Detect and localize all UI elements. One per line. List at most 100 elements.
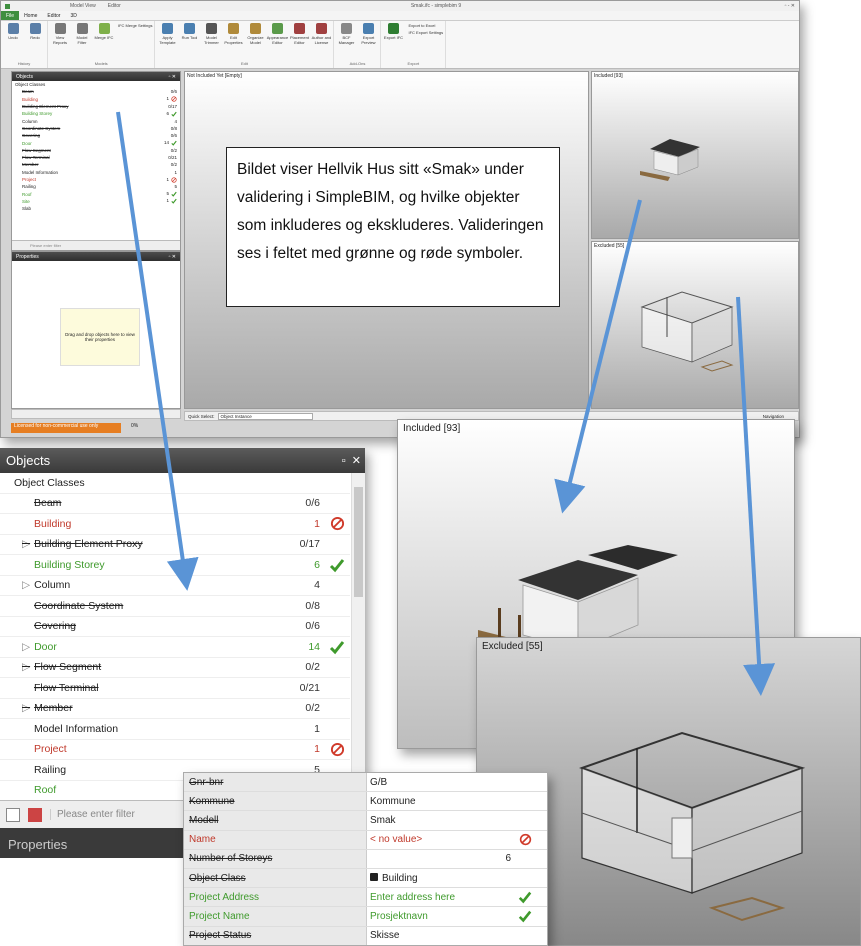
property-row[interactable]: Gnr-bnr G/B xyxy=(184,773,547,793)
property-row[interactable]: Name < no value> xyxy=(184,830,547,850)
excluded-viewport-small[interactable]: Excluded [55] xyxy=(591,241,799,409)
property-value[interactable]: Kommune xyxy=(367,796,515,807)
property-value[interactable]: Enter address here xyxy=(367,892,515,903)
menu-editor[interactable]: Editor xyxy=(42,13,65,19)
model-view-tab-top[interactable]: Model View xyxy=(70,3,96,9)
property-row[interactable]: Modell Smak xyxy=(184,811,547,831)
property-row[interactable]: Project Name Prosjektnavn xyxy=(184,907,547,927)
tree-row[interactable]: ▷ Column 4 xyxy=(0,576,350,596)
property-row[interactable]: Object Class Building xyxy=(184,868,547,889)
included-house-zoom xyxy=(478,545,678,650)
panel-controls-icon[interactable]: ▫ ✕ xyxy=(169,74,176,80)
property-row[interactable]: Project Address Enter address here xyxy=(184,888,547,908)
tree-root[interactable]: Object Classes xyxy=(12,81,180,88)
filter-input-small[interactable]: Please enter filter xyxy=(30,243,61,248)
tree-row[interactable]: ▷ Member 0/2 xyxy=(0,699,350,719)
scrollbar-thumb[interactable] xyxy=(354,487,363,597)
property-value[interactable]: Building xyxy=(367,872,515,884)
expand-icon[interactable]: ▷ xyxy=(22,538,30,550)
property-row[interactable]: Kommune Kommune xyxy=(184,792,547,812)
property-row[interactable]: Project Status Skisse xyxy=(184,926,547,945)
properties-dropzone[interactable]: Drag and drop objects here to view their… xyxy=(60,308,140,366)
editor-tab-top[interactable]: Editor xyxy=(108,3,121,9)
panel-controls-icon[interactable]: ▫ ✕ xyxy=(342,454,361,467)
export-ifc-button[interactable]: Export IFC xyxy=(383,23,403,40)
tree-row[interactable]: Column 4 xyxy=(12,117,180,124)
tree-row[interactable]: ▷ Building Element Proxy 0/17 xyxy=(0,535,350,555)
tree-row[interactable]: ▷ Flow Segment 0/2 xyxy=(0,658,350,678)
undo-button[interactable]: Undo xyxy=(3,23,23,40)
tree-row[interactable]: Roof 5 xyxy=(12,190,180,197)
tree-row[interactable]: Flow Terminal 0/21 xyxy=(12,154,180,161)
tree-row-count: 0/6 xyxy=(305,620,320,633)
tree-row[interactable]: Beam 0/6 xyxy=(12,88,180,95)
tree-root-zoom[interactable]: Object Classes xyxy=(0,473,350,494)
model-trimmer-button[interactable]: Model Trimmer xyxy=(201,23,221,45)
quick-select-dropdown[interactable]: Object Instance xyxy=(217,412,313,420)
tree-row[interactable]: Door 14 xyxy=(12,139,180,146)
panel-controls-icon[interactable]: ▫ ✕ xyxy=(169,254,176,260)
property-value[interactable]: G/B xyxy=(367,777,515,788)
expand-icon[interactable]: ▷ xyxy=(22,702,30,714)
tree-row[interactable]: Coordinate System 0/8 xyxy=(12,125,180,132)
view-reports-button[interactable]: View Reports xyxy=(50,23,70,45)
merge-settings-link[interactable]: IFC Merge Settings xyxy=(118,23,152,45)
lock-icon xyxy=(370,872,378,881)
property-row[interactable]: Number of Storeys 6 xyxy=(184,849,547,869)
navigation-button[interactable]: Navigation xyxy=(763,414,798,419)
redo-button[interactable]: Redo xyxy=(25,23,45,40)
placement-editor-button[interactable]: Placement Editor xyxy=(289,23,309,45)
merge-ifc-button[interactable]: Merge IFC xyxy=(94,23,114,45)
expand-icon[interactable]: ▷ xyxy=(22,579,30,591)
property-value[interactable]: < no value> xyxy=(367,834,515,845)
tree-row[interactable]: Slab xyxy=(12,205,180,212)
row-label: Member xyxy=(34,702,73,715)
tree-row-count: 0/2 xyxy=(171,148,177,153)
bcf-manager-button[interactable]: BCF Manager xyxy=(336,23,356,45)
tree-row[interactable]: Building 1 xyxy=(0,514,350,535)
tree-row[interactable]: Building Element Proxy 0/17 xyxy=(12,103,180,110)
filter-toggle-icon[interactable] xyxy=(6,807,20,822)
tree-row[interactable]: Building Storey 6 xyxy=(12,110,180,117)
menu-home[interactable]: Home xyxy=(19,13,42,19)
tree-row[interactable]: Model Information 1 xyxy=(0,719,350,740)
author-and-license-button[interactable]: Author and License xyxy=(311,23,331,45)
property-value[interactable]: Smak xyxy=(367,815,515,826)
tree-row[interactable]: Beam 0/6 xyxy=(0,494,350,514)
menu-3d[interactable]: 3D xyxy=(65,13,81,19)
tree-row[interactable]: Building 1 xyxy=(12,96,180,103)
tree-row[interactable]: Member 0/2 xyxy=(12,161,180,168)
tree-row[interactable]: Model Information 1 xyxy=(12,169,180,176)
appearance-editor-button[interactable]: Appearance Editor xyxy=(267,23,288,45)
apply-template-button[interactable]: Apply Template xyxy=(157,23,177,45)
tree-row[interactable]: Site 1 xyxy=(12,198,180,205)
property-value[interactable]: Prosjektnavn xyxy=(367,911,515,922)
included-viewport-small[interactable]: Included [93] xyxy=(591,71,799,239)
filter-clear-icon[interactable] xyxy=(28,807,42,822)
tree-row[interactable]: Coordinate System 0/8 xyxy=(0,596,350,617)
window-controls[interactable]: ▫ - ✕ xyxy=(785,3,795,9)
expand-icon[interactable]: ▷ xyxy=(22,661,30,673)
tree-row[interactable]: Covering 0/6 xyxy=(12,132,180,139)
organize-model-button[interactable]: Organize Model xyxy=(245,23,265,45)
tree-row[interactable]: Flow Terminal 0/21 xyxy=(0,678,350,699)
tree-row[interactable]: Railing 5 xyxy=(12,183,180,190)
tree-row[interactable]: Project 1 xyxy=(0,740,350,760)
tree-scrollbar[interactable] xyxy=(351,473,365,803)
tree-row[interactable]: ▷ Door 14 xyxy=(0,637,350,658)
export-link[interactable]: IFC Export Settings xyxy=(408,30,443,35)
edit-properties-button[interactable]: Edit Properties xyxy=(223,23,243,45)
model-filter-button[interactable]: Model Filter xyxy=(72,23,92,45)
export-link[interactable]: Export to Excel xyxy=(408,23,443,28)
export-preview-button[interactable]: Export Preview xyxy=(358,23,378,45)
property-value[interactable]: Skisse xyxy=(367,930,515,941)
menu-file[interactable]: File xyxy=(1,11,20,20)
run-tool-button[interactable]: Run Tool xyxy=(179,23,199,45)
property-value[interactable]: 6 xyxy=(367,853,515,864)
tree-row[interactable]: Covering 0/6 xyxy=(0,617,350,637)
filter-input-zoom[interactable]: Please enter filter xyxy=(50,809,135,820)
tree-row[interactable]: Project 1 xyxy=(12,176,180,183)
tree-row[interactable]: Building Storey 6 xyxy=(0,555,350,576)
tree-row[interactable]: Flow Segment 0/2 xyxy=(12,147,180,154)
expand-icon[interactable]: ▷ xyxy=(22,641,30,653)
